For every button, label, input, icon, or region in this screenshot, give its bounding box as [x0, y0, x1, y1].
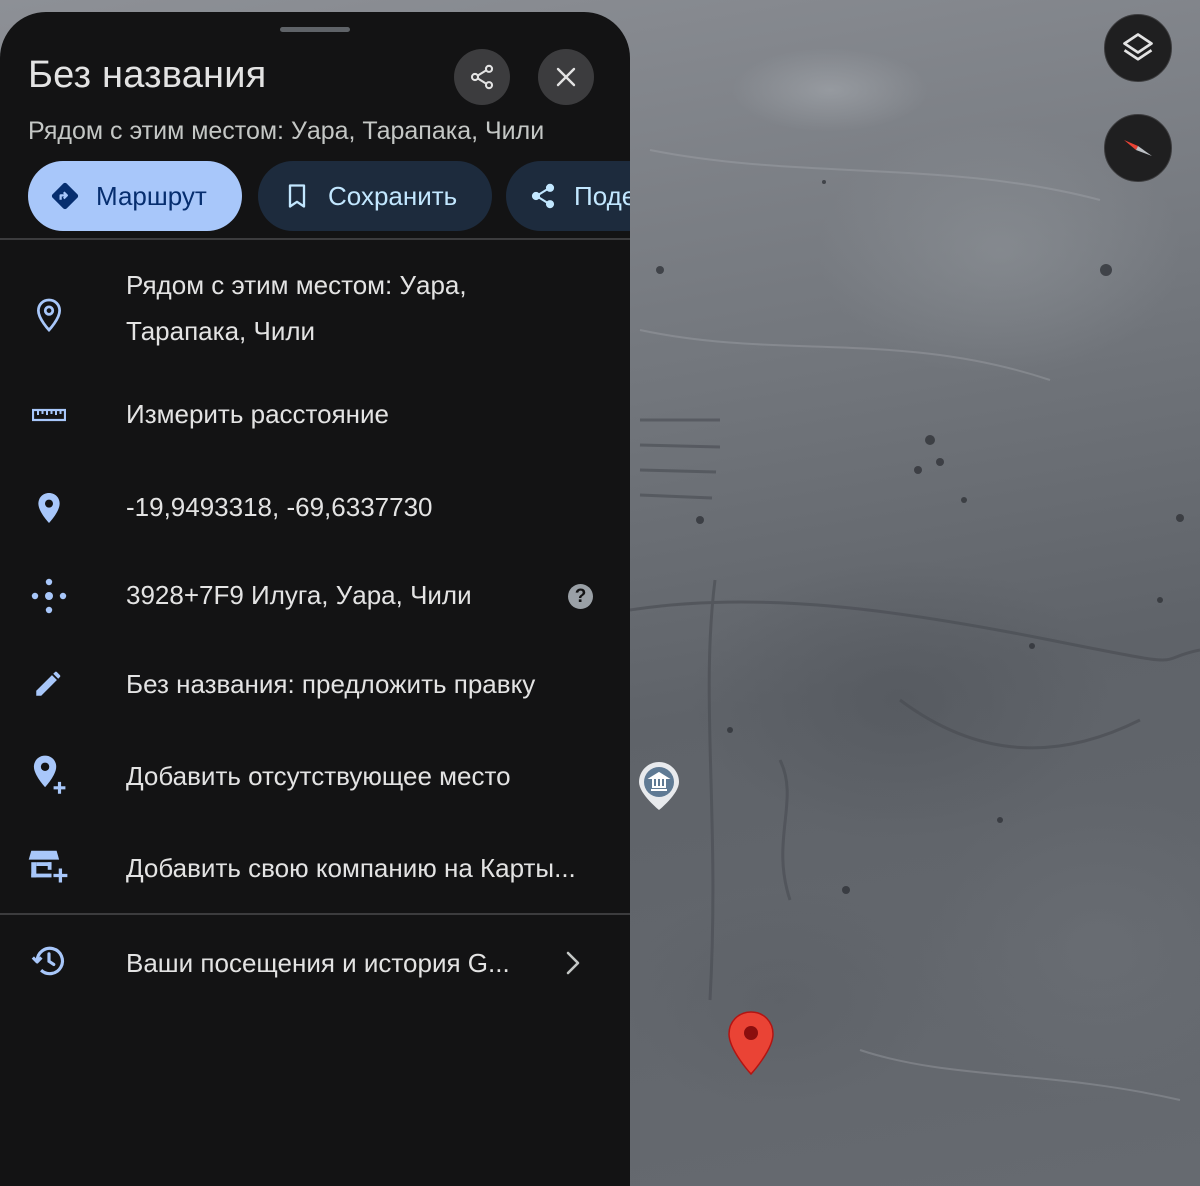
- route-button[interactable]: Маршрут: [28, 161, 242, 231]
- plus-code-icon: [22, 569, 76, 623]
- divider: [0, 913, 630, 915]
- museum-poi-icon: [636, 760, 682, 812]
- plus-code-row[interactable]: 3928+7F9 Илуга, Уара, Чили: [0, 565, 630, 627]
- plus-code-value: 3928+7F9 Илуга, Уара, Чили: [126, 580, 472, 610]
- drag-handle[interactable]: [280, 27, 350, 32]
- museum-poi-marker[interactable]: [636, 760, 682, 812]
- place-title: Без названия: [28, 54, 267, 96]
- map-compass-button[interactable]: [1104, 114, 1172, 182]
- history-label: Ваши посещения и история G...: [126, 948, 510, 978]
- measure-distance-row[interactable]: Измерить расстояние: [0, 384, 630, 446]
- red-marker-icon: [726, 1010, 776, 1076]
- address-line-1: Рядом с этим местом: Уара,: [126, 270, 467, 300]
- add-missing-place-label: Добавить отсутствующее место: [126, 761, 511, 791]
- layers-icon: [1120, 30, 1156, 66]
- suggest-edit-row[interactable]: Без названия: предложить правку: [0, 654, 630, 716]
- add-business-icon: [22, 839, 76, 893]
- share-button[interactable]: Поде: [506, 161, 630, 231]
- save-button[interactable]: Сохранить: [258, 161, 492, 231]
- directions-icon: [48, 179, 82, 213]
- dropped-pin-marker[interactable]: [726, 1010, 776, 1076]
- add-business-label: Добавить свою компанию на Карты...: [126, 853, 576, 883]
- compass-icon: [1118, 128, 1158, 168]
- share-round-button[interactable]: [454, 49, 510, 105]
- address-line-2: Тарапака, Чили: [126, 316, 316, 346]
- bookmark-icon: [280, 179, 314, 213]
- add-business-row[interactable]: Добавить свою компанию на Карты...: [0, 837, 630, 899]
- history-row[interactable]: Ваши посещения и история G...: [0, 932, 630, 994]
- address-row[interactable]: Рядом с этим местом: Уара, Тарапака, Чил…: [0, 262, 630, 372]
- map-layers-button[interactable]: [1104, 14, 1172, 82]
- place-subtitle: Рядом с этим местом: Уара, Тарапака, Чил…: [28, 117, 545, 145]
- suggest-edit-label: Без названия: предложить правку: [126, 669, 536, 699]
- measure-distance-label: Измерить расстояние: [126, 399, 390, 429]
- close-icon: [554, 65, 578, 89]
- close-button[interactable]: [538, 49, 594, 105]
- divider: [0, 238, 630, 240]
- add-location-icon: [22, 747, 76, 801]
- coordinates-value: -19,9493318, -69,6337730: [126, 492, 433, 522]
- share-icon: [526, 179, 560, 213]
- chevron-right-icon: [562, 948, 584, 978]
- history-icon: [22, 934, 76, 988]
- save-button-label: Сохранить: [328, 180, 458, 211]
- share-icon: [468, 63, 496, 91]
- add-missing-place-row[interactable]: Добавить отсутствующее место: [0, 745, 630, 807]
- route-button-label: Маршрут: [96, 180, 207, 211]
- location-outline-icon: [22, 288, 76, 342]
- coordinates-row[interactable]: -19,9493318, -69,6337730: [0, 477, 630, 539]
- location-pin-icon: [22, 481, 76, 535]
- pencil-icon: [22, 656, 76, 710]
- ruler-icon: [22, 388, 76, 442]
- help-icon[interactable]: ?: [568, 584, 593, 609]
- share-button-label: Поде: [574, 180, 630, 211]
- place-details-panel: Без названия Рядом с этим местом: Уара, …: [0, 12, 630, 1186]
